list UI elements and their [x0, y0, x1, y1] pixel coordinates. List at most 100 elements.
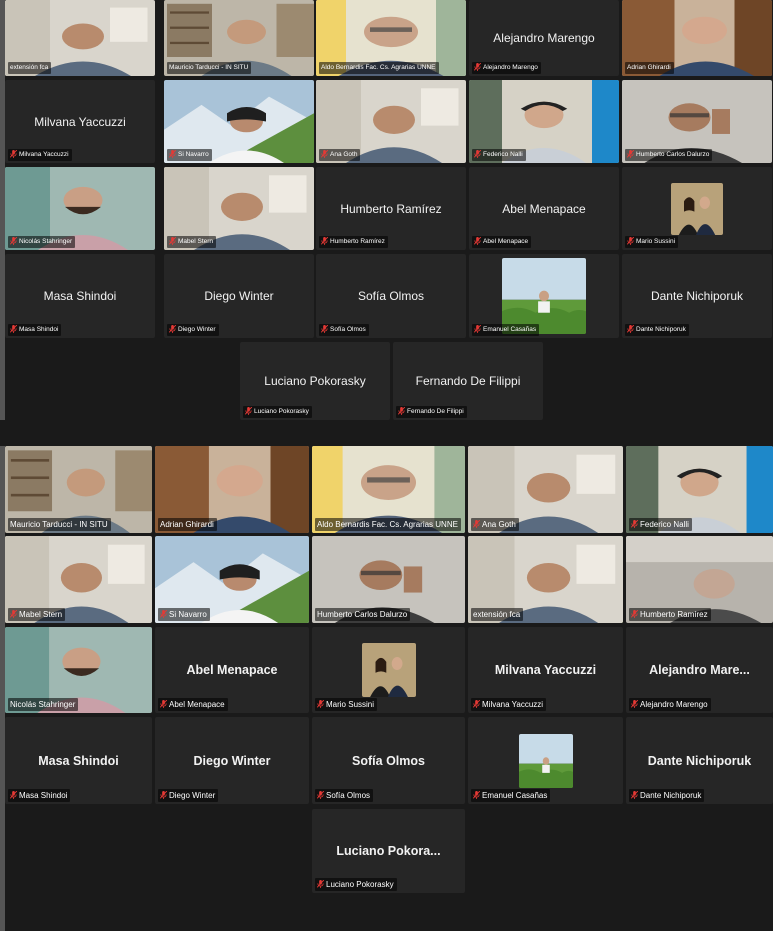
participant-name-text: Mario Sussini: [326, 700, 375, 709]
participant-name-text: Ana Goth: [330, 151, 358, 158]
participant-tile-nicolas-stahringer[interactable]: Nicolás Stahringer: [5, 167, 155, 250]
participant-tile-aldo-bernardis-fac-cs-agrarias-unne[interactable]: Aldo Bernardis Fac. Cs. Agrarias UNNE: [312, 446, 465, 533]
participant-tile-masa-shindoi[interactable]: Masa Shindoi Masa Shindoi: [5, 717, 152, 804]
participant-name-label: Luciano Pokorasky: [243, 406, 312, 418]
mic-muted-icon: [630, 519, 639, 529]
participant-name-text: Aldo Bernardis Fac. Cs. Agrarias UNNE: [321, 64, 436, 71]
mic-muted-icon: [9, 609, 18, 619]
participant-tile-dante-nichiporuk[interactable]: Dante Nichiporuk Dante Nichiporuk: [622, 254, 772, 338]
participant-tile-milvana-yaccuzzi[interactable]: Milvana Yaccuzzi Milvana Yaccuzzi: [5, 80, 155, 163]
participant-tile-luciano-pokorasky[interactable]: Luciano Pokora... Luciano Pokorasky: [312, 809, 465, 893]
participant-name-label: Abel Menapace: [472, 236, 532, 248]
participant-tile-diego-winter[interactable]: Diego Winter Diego Winter: [155, 717, 309, 804]
participant-tile-masa-shindoi[interactable]: Masa Shindoi Masa Shindoi: [5, 254, 155, 338]
participant-name-label: Milvana Yaccuzzi: [471, 698, 547, 711]
participant-tile-sofia-olmos[interactable]: Sofía Olmos Sofía Olmos: [312, 717, 465, 804]
mic-muted-icon: [316, 699, 325, 709]
participant-tile-si-navarro[interactable]: Si Navarro: [164, 80, 314, 163]
participant-tile-aldo-bernardis-fac-cs-agrarias-unne[interactable]: Aldo Bernardis Fac. Cs. Agrarias UNNE: [316, 0, 466, 76]
gallery-view-bottom: Mauricio Tarducci - IN SITU Adrian Ghirar…: [5, 446, 773, 931]
participant-tile-mario-sussini[interactable]: Mario Sussini: [622, 167, 772, 250]
participant-tile-abel-menapace[interactable]: Abel Menapace Abel Menapace: [469, 167, 619, 250]
participant-tile-diego-winter[interactable]: Diego Winter Diego Winter: [164, 254, 314, 338]
participant-tile-ana-goth[interactable]: Ana Goth: [316, 80, 466, 163]
participant-name-text: extensión fca: [10, 64, 49, 71]
participant-tile-extension-fca[interactable]: extensión fca: [468, 536, 623, 623]
mic-muted-icon: [159, 699, 168, 709]
participant-tile-fernando-de-filippi[interactable]: Fernando De Filippi Fernando De Filippi: [393, 342, 543, 420]
participant-name-label: Emanuel Casañas: [472, 324, 540, 336]
participant-name-label: Humberto Ramírez: [629, 608, 711, 621]
participant-tile-sofia-olmos[interactable]: Sofía Olmos Sofía Olmos: [316, 254, 466, 338]
participant-name-label: Ana Goth: [471, 518, 519, 531]
participant-name-text: Mabel Stern: [178, 238, 214, 245]
participant-name-text: Dante Nichiporuk: [640, 791, 702, 800]
participant-name-label: Si Navarro: [167, 149, 212, 161]
participant-tile-federico-nalli[interactable]: Federico Nalli: [626, 446, 773, 533]
participant-name-label: Diego Winter: [167, 324, 219, 336]
participant-tile-alejandro-marengo[interactable]: Alejandro Marengo Alejandro Marengo: [469, 0, 619, 76]
participant-name-text: Mario Sussini: [636, 238, 676, 245]
participant-tile-humberto-carlos-dalurzo[interactable]: Humberto Carlos Dalurzo: [622, 80, 772, 163]
participant-name-display: Milvana Yaccuzzi: [34, 114, 126, 129]
participant-name-label: Si Navarro: [158, 608, 210, 621]
participant-name-display: Milvana Yaccuzzi: [494, 663, 597, 677]
participant-tile-mauricio-tarducci-in-situ[interactable]: Mauricio Tarducci - IN SITU: [164, 0, 314, 76]
participant-name-text: Luciano Pokorasky: [326, 880, 394, 889]
participant-name-label: Dante Nichiporuk: [625, 324, 689, 336]
participant-name-text: Diego Winter: [169, 791, 216, 800]
participant-name-label: Ana Goth: [319, 149, 361, 161]
mic-muted-icon: [244, 406, 253, 417]
participant-name-label: Sofía Olmos: [319, 324, 369, 336]
participant-name-text: Nicolás Stahringer: [10, 700, 76, 709]
participant-tile-adrian-ghirardi[interactable]: Adrian Ghirardi: [155, 446, 309, 533]
participant-tile-federico-nalli[interactable]: Federico Nalli: [469, 80, 619, 163]
participant-tile-mauricio-tarducci-in-situ[interactable]: Mauricio Tarducci - IN SITU: [5, 446, 152, 533]
mic-muted-icon: [473, 324, 482, 335]
mic-muted-icon: [626, 324, 635, 335]
mic-muted-icon: [320, 324, 329, 335]
participant-avatar: [502, 258, 586, 334]
participant-name-text: Luciano Pokorasky: [254, 408, 309, 415]
participant-name-label: Dante Nichiporuk: [629, 789, 705, 802]
participant-tile-milvana-yaccuzzi[interactable]: Milvana Yaccuzzi Milvana Yaccuzzi: [468, 627, 623, 713]
participant-name-label: Alejandro Marengo: [629, 698, 711, 711]
participant-tile-humberto-ramirez[interactable]: Humberto Ramírez: [626, 536, 773, 623]
participant-tile-dante-nichiporuk[interactable]: Dante Nichiporuk Dante Nichiporuk: [626, 717, 773, 804]
mic-muted-icon: [630, 790, 639, 800]
participant-name-label: Luciano Pokorasky: [315, 878, 397, 891]
participant-tile-ana-goth[interactable]: Ana Goth: [468, 446, 623, 533]
mic-muted-icon: [9, 324, 18, 335]
participant-name-display: Fernando De Filippi: [415, 374, 521, 388]
participant-tile-si-navarro[interactable]: Si Navarro: [155, 536, 309, 623]
participant-name-label: Nicolás Stahringer: [8, 698, 79, 711]
participant-name-text: Federico Nalli: [640, 520, 689, 529]
participant-name-label: Milvana Yaccuzzi: [8, 149, 72, 161]
participant-name-label: Mabel Stern: [167, 236, 217, 248]
participant-tile-emanuel-casanas[interactable]: Emanuel Casañas: [468, 717, 623, 804]
mic-muted-icon: [168, 149, 177, 160]
participant-name-text: Humberto Carlos Dalurzo: [636, 151, 710, 158]
mic-muted-icon: [473, 62, 482, 73]
participant-tile-humberto-carlos-dalurzo[interactable]: Humberto Carlos Dalurzo: [312, 536, 465, 623]
mic-muted-icon: [626, 236, 635, 247]
participant-tile-mabel-stern[interactable]: Mabel Stern: [5, 536, 152, 623]
participant-name-label: Nicolás Stahringer: [8, 236, 76, 248]
participant-name-display: Masa Shindoi: [43, 289, 117, 303]
participant-name-text: Sofía Olmos: [326, 791, 371, 800]
participant-tile-alejandro-marengo[interactable]: Alejandro Mare... Alejandro Marengo: [626, 627, 773, 713]
participant-tile-emanuel-casanas[interactable]: Emanuel Casañas: [469, 254, 619, 338]
participant-tile-adrian-ghirardi[interactable]: Adrian Ghirardi: [622, 0, 772, 76]
participant-tile-abel-menapace[interactable]: Abel Menapace Abel Menapace: [155, 627, 309, 713]
mic-muted-icon: [630, 699, 639, 709]
participant-tile-mabel-stern[interactable]: Mabel Stern: [164, 167, 314, 250]
participant-tile-extension-fca[interactable]: extensión fca: [5, 0, 155, 76]
mic-muted-icon: [473, 236, 482, 247]
participant-tile-humberto-ramirez[interactable]: Humberto Ramírez Humberto Ramírez: [316, 167, 466, 250]
participant-tile-mario-sussini[interactable]: Mario Sussini: [312, 627, 465, 713]
participant-name-text: Adrian Ghirardi: [627, 64, 671, 71]
participant-tile-nicolas-stahringer[interactable]: Nicolás Stahringer: [5, 627, 152, 713]
participant-name-display: Abel Menapace: [502, 201, 586, 216]
participant-name-display: Luciano Pokorasky: [264, 374, 366, 388]
participant-tile-luciano-pokorasky[interactable]: Luciano Pokorasky Luciano Pokorasky: [240, 342, 390, 420]
